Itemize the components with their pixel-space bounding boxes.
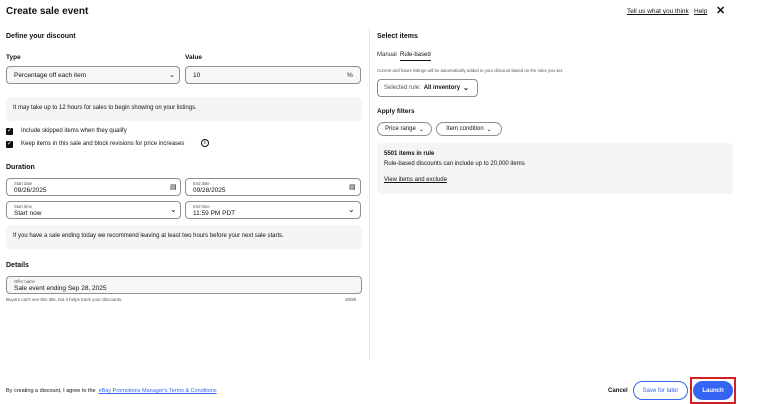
selected-rule-value: All inventory bbox=[423, 85, 461, 91]
chevron-down-icon: ⌄ bbox=[418, 126, 424, 133]
sale-timing-info: It may take up to 12 hours for sales to … bbox=[6, 97, 362, 121]
price-range-label: Price range bbox=[385, 126, 416, 132]
calendar-icon[interactable]: ▤ bbox=[170, 183, 177, 191]
price-range-filter[interactable]: Price range ⌄ bbox=[377, 122, 432, 136]
chevron-down-icon: ⌄ bbox=[169, 72, 175, 79]
end-time-value: 11:59 PM PDT bbox=[193, 210, 236, 217]
end-date-value: 09/28/2025 bbox=[193, 187, 226, 194]
rule-limit-text: Rule-based discounts can include up to 2… bbox=[384, 161, 525, 167]
start-date-field[interactable]: Start date 09/26/2025 ▤ bbox=[6, 178, 181, 196]
column-divider bbox=[369, 28, 370, 360]
rule-summary-panel: 5501 items in rule Rule-based discounts … bbox=[377, 143, 733, 194]
include-skipped-label: Include skipped items when they qualify bbox=[21, 128, 127, 134]
info-icon[interactable]: i bbox=[201, 139, 209, 147]
item-condition-label: Item condition bbox=[446, 126, 484, 132]
terms-agreement: By creating a discount, I agree to the e… bbox=[6, 388, 217, 394]
include-skipped-checkbox[interactable]: ✓ bbox=[6, 128, 13, 135]
tab-rule-based[interactable]: Rule-based bbox=[400, 52, 431, 61]
terms-link[interactable]: eBay Promotions Manager's Terms & Condit… bbox=[99, 388, 217, 394]
define-discount-heading: Define your discount bbox=[6, 33, 76, 40]
value-label: Value bbox=[185, 54, 202, 61]
end-date-field[interactable]: End date 09/28/2025 ▤ bbox=[185, 178, 361, 196]
sale-ending-info: If you have a sale ending today we recom… bbox=[6, 225, 362, 249]
offer-name-char-count: 30/90 bbox=[345, 297, 357, 302]
discount-value-input[interactable]: 10 % bbox=[185, 66, 361, 84]
duration-heading: Duration bbox=[6, 164, 35, 171]
sale-timing-info-text: It may take up to 12 hours for sales to … bbox=[13, 105, 197, 111]
block-revisions-checkbox[interactable]: ✓ bbox=[6, 141, 13, 148]
launch-button[interactable]: Launch bbox=[693, 381, 733, 400]
details-heading: Details bbox=[6, 262, 29, 269]
rule-item-count: 5501 items in rule bbox=[384, 151, 435, 157]
chevron-down-icon: ⌄ bbox=[170, 205, 177, 214]
chevron-down-icon: ⌄ bbox=[486, 126, 492, 133]
offer-name-input[interactable]: Offer name Sale event ending Sep 28, 202… bbox=[6, 276, 362, 294]
calendar-icon[interactable]: ▤ bbox=[349, 183, 356, 191]
start-time-value: Start now bbox=[14, 210, 42, 217]
page-title: Create sale event bbox=[6, 6, 89, 17]
select-items-heading: Select items bbox=[377, 33, 418, 40]
help-link[interactable]: Help bbox=[694, 8, 707, 15]
end-date-label: End date bbox=[193, 181, 210, 186]
offer-name-label: Offer name bbox=[14, 279, 35, 284]
start-date-value: 09/26/2025 bbox=[14, 187, 47, 194]
terms-prefix: By creating a discount, I agree to the bbox=[6, 388, 96, 394]
selected-rule-select[interactable]: Selected rule: All inventory ⌄ bbox=[377, 79, 478, 97]
sale-ending-info-text: If you have a sale ending today we recom… bbox=[13, 233, 284, 239]
block-revisions-label: Keep items in this sale and block revisi… bbox=[21, 141, 185, 147]
feedback-link[interactable]: Tell us what you think bbox=[627, 8, 689, 15]
start-time-select[interactable]: Start time Start now ⌄ bbox=[6, 201, 181, 219]
start-date-label: Start date bbox=[14, 181, 33, 186]
chevron-down-icon: ⌄ bbox=[463, 85, 469, 92]
discount-type-select[interactable]: Percentage off each item ⌄ bbox=[6, 66, 180, 84]
offer-name-value: Sale event ending Sep 28, 2025 bbox=[14, 285, 107, 292]
view-items-link[interactable]: View items and exclude bbox=[384, 177, 447, 183]
end-time-label: End time bbox=[193, 204, 210, 209]
chevron-down-icon: ⌄ bbox=[348, 205, 355, 214]
type-label: Type bbox=[6, 54, 21, 61]
percent-suffix: % bbox=[347, 72, 353, 79]
apply-filters-heading: Apply filters bbox=[377, 108, 415, 115]
discount-value-text: 10 bbox=[193, 72, 201, 79]
start-time-label: Start time bbox=[14, 204, 32, 209]
rule-description: Current and future listings will be auto… bbox=[377, 68, 564, 73]
tab-manual[interactable]: Manual bbox=[377, 52, 397, 58]
item-condition-filter[interactable]: Item condition ⌄ bbox=[436, 122, 502, 136]
close-icon[interactable]: ✕ bbox=[716, 4, 725, 17]
selected-rule-prefix: Selected rule: bbox=[384, 85, 421, 91]
cancel-button[interactable]: Cancel bbox=[608, 388, 628, 394]
offer-name-helper: Buyers can't see this title, but it help… bbox=[6, 297, 123, 302]
end-time-select[interactable]: End time 11:59 PM PDT ⌄ bbox=[185, 201, 361, 219]
discount-type-value: Percentage off each item bbox=[14, 72, 87, 79]
save-for-later-button[interactable]: Save for later bbox=[633, 381, 688, 400]
